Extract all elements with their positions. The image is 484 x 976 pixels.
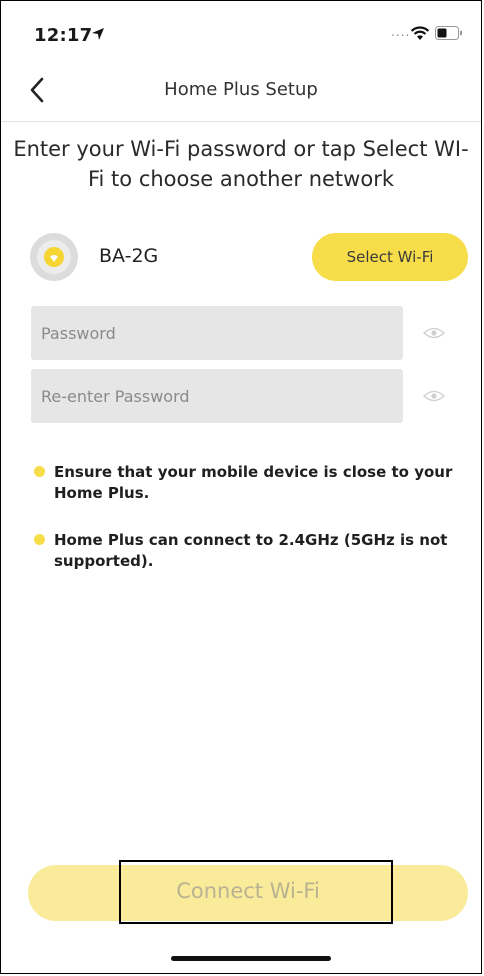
password-input[interactable]: [31, 306, 403, 360]
note-frequency: Home Plus can connect to 2.4GHz (5GHz is…: [54, 531, 448, 570]
note-proximity: Ensure that your mobile device is close …: [54, 463, 453, 502]
app-screen: 12:17 .... Home Plus Setup Enter your Wi…: [0, 0, 482, 974]
wifi-network-icon: [30, 233, 78, 281]
location-arrow-icon: [92, 28, 104, 40]
signal-dots: ....: [391, 25, 411, 39]
bullet-dot: [34, 534, 45, 545]
nav-bar: Home Plus Setup: [1, 71, 481, 111]
eye-icon[interactable]: [423, 326, 445, 340]
instruction-text: Enter your Wi-Fi password or tap Select …: [13, 137, 469, 191]
select-wifi-button[interactable]: Select Wi-Fi: [312, 233, 468, 281]
connect-wifi-label: Connect Wi-Fi: [176, 879, 320, 903]
connect-wifi-button[interactable]: Connect Wi-Fi: [28, 865, 468, 921]
bullet-dot: [34, 466, 45, 477]
page-title: Home Plus Setup: [164, 79, 318, 100]
wifi-icon: [410, 26, 430, 40]
network-name: BA-2G: [99, 245, 159, 267]
reenter-password-input[interactable]: [31, 369, 403, 423]
battery-icon: [435, 26, 462, 40]
header-divider: [1, 121, 481, 122]
home-indicator: [171, 956, 331, 961]
eye-icon[interactable]: [423, 389, 445, 403]
status-bar: 12:17 ....: [1, 1, 481, 71]
status-time: 12:17: [34, 25, 93, 46]
